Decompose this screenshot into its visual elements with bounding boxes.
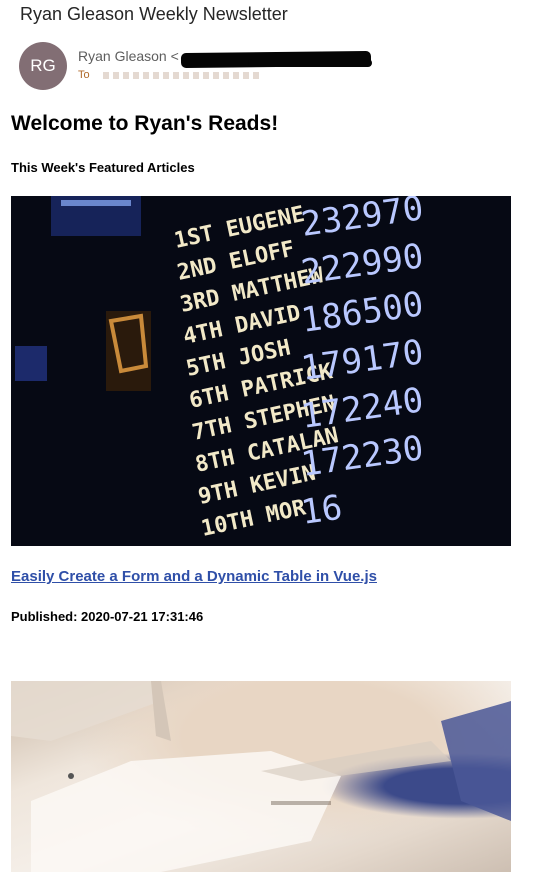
welcome-heading: Welcome to Ryan's Reads! bbox=[11, 112, 279, 135]
email-subject: Ryan Gleason Weekly Newsletter bbox=[20, 4, 288, 24]
leaderboard-graphic: 1ST EUGENE2ND ELOFF3RD MATTHEW4TH DAVID5… bbox=[11, 196, 511, 546]
sender-name: Ryan Gleason < bbox=[78, 48, 179, 64]
featured-articles-heading: This Week's Featured Articles bbox=[11, 160, 195, 175]
leaderboard-score: 16 bbox=[299, 488, 345, 533]
leaderboard-image[interactable]: 1ST EUGENE 2ND ELOFF 3RD MATTHEW 4TH DAVID 5… bbox=[11, 196, 511, 546]
sender-avatar[interactable]: RG bbox=[19, 42, 67, 90]
redacted-recipient bbox=[103, 72, 263, 79]
avatar-initials: RG bbox=[30, 56, 56, 75]
redacted-sender-email-stroke bbox=[248, 59, 372, 67]
sender-line[interactable]: Ryan Gleason < bbox=[78, 48, 179, 64]
article-link-vue-form[interactable]: Easily Create a Form and a Dynamic Table… bbox=[11, 568, 377, 585]
article-published-date: Published: 2020-07-21 17:31:46 bbox=[11, 609, 204, 624]
to-label: To bbox=[78, 69, 90, 81]
article-image-2[interactable] bbox=[11, 681, 511, 872]
recipient-line[interactable]: To bbox=[78, 69, 90, 81]
blurred-photo-graphic bbox=[11, 681, 511, 872]
